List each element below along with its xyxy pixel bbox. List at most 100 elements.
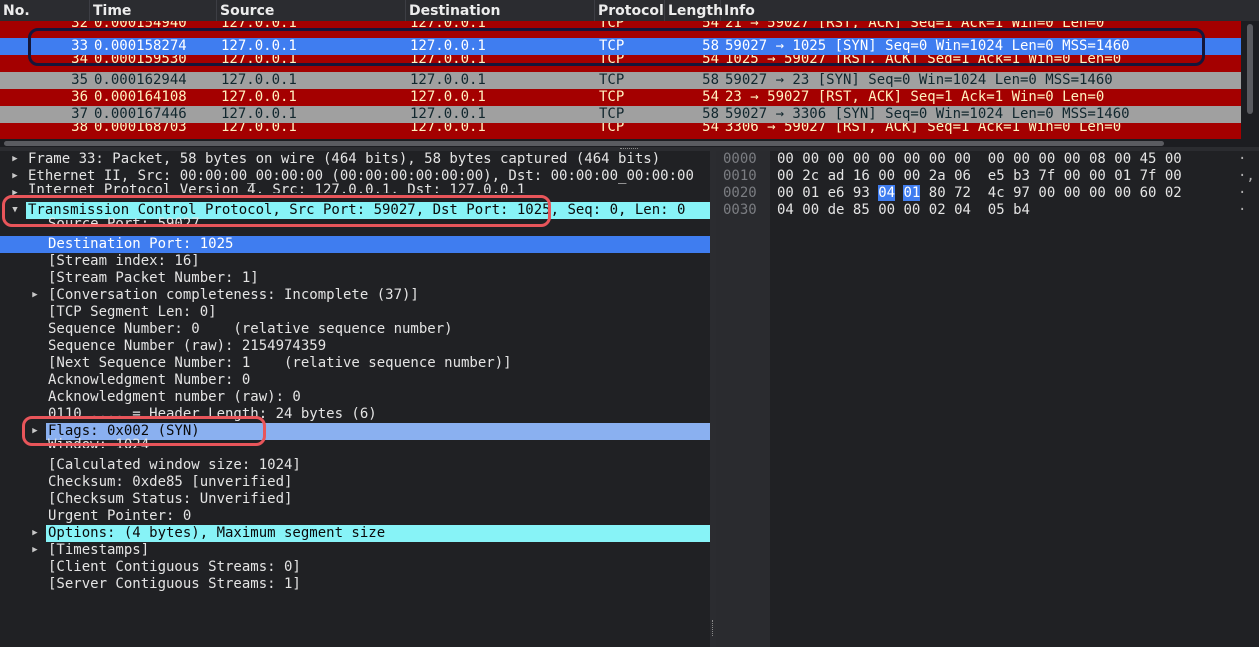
hex-byte[interactable]: 00 — [1038, 185, 1055, 201]
packet-bytes-pane[interactable]: 0000 00 00 00 00 00 00 00 00 00 00 00 00 … — [716, 151, 1259, 647]
hex-byte[interactable]: 00 — [1165, 168, 1182, 184]
hex-byte[interactable]: ad — [828, 168, 845, 184]
hex-byte[interactable]: 04 — [878, 185, 896, 201]
packet-row[interactable]: 37 0.000167446 127.0.0.1 127.0.0.1 TCP 58 5902… — [0, 106, 1241, 123]
detail-row[interactable]: 0110 .... = Header Length: 24 bytes (6) — [0, 406, 710, 423]
hex-byte[interactable]: 93 — [853, 185, 870, 201]
hex-byte[interactable]: 16 — [853, 168, 870, 184]
hex-byte[interactable]: 04 — [954, 202, 971, 218]
hex-ascii[interactable]: · — [1238, 185, 1246, 202]
hex-byte[interactable]: b3 — [1013, 168, 1030, 184]
packet-row[interactable]: 33 0.000158274 127.0.0.1 127.0.0.1 TCP 58 5902… — [0, 38, 1241, 55]
hex-byte[interactable]: b4 — [1013, 202, 1030, 218]
detail-row[interactable]: Sequence Number (raw): 2154974359 — [0, 338, 710, 355]
hex-byte[interactable]: 04 — [777, 202, 794, 218]
hex-byte[interactable]: 00 — [1064, 151, 1081, 167]
hex-byte[interactable]: 02 — [929, 202, 946, 218]
detail-row[interactable]: [Stream Packet Number: 1] — [0, 270, 710, 287]
hex-byte[interactable]: 00 — [903, 151, 920, 167]
hex-bytes[interactable]: 00 01 e6 93 04 01 80 72 4c 97 00 00 00 0… — [777, 185, 1182, 202]
hex-byte[interactable]: 80 — [929, 185, 946, 201]
hex-bytes[interactable]: 00 2c ad 16 00 00 2a 06 e5 b3 7f 00 00 0… — [777, 168, 1182, 185]
splitter-grip-vertical[interactable] — [712, 620, 715, 636]
detail-row[interactable]: Window: 1024 — [0, 437, 710, 457]
packet-row[interactable]: 36 0.000164108 127.0.0.1 127.0.0.1 TCP 54 23 →… — [0, 89, 1241, 106]
hex-bytes[interactable]: 04 00 de 85 00 00 02 04 05 b4 — [777, 202, 1030, 219]
detail-row[interactable]: ▶ Frame 33: Packet, 58 bytes on wire (464… — [0, 151, 710, 168]
detail-row[interactable]: Destination Port: 1025 — [0, 236, 710, 253]
hex-byte[interactable]: 00 — [1165, 151, 1182, 167]
hex-byte[interactable]: 7f — [1140, 168, 1157, 184]
hex-byte[interactable]: 97 — [1013, 185, 1030, 201]
hex-byte[interactable]: e5 — [988, 168, 1005, 184]
detail-row[interactable]: ▶ [Conversation completeness: Incomplete … — [0, 287, 710, 304]
hex-byte[interactable]: 00 — [1064, 168, 1081, 184]
packet-row[interactable]: 34 0.000159530 127.0.0.1 127.0.0.1 TCP 54 1025… — [0, 55, 1241, 72]
detail-row[interactable]: [Server Contiguous Streams: 1] — [0, 576, 710, 593]
hex-byte[interactable]: 00 — [777, 185, 794, 201]
packet-row[interactable]: 38 0.000168703 127.0.0.1 127.0.0.1 TCP 54 3306… — [0, 123, 1241, 140]
hex-byte[interactable]: 00 — [1013, 151, 1030, 167]
hex-byte[interactable]: 60 — [1140, 185, 1157, 201]
detail-row[interactable]: ▶ [Timestamps] — [0, 542, 710, 559]
hex-byte[interactable]: 00 — [802, 202, 819, 218]
hex-byte[interactable]: 00 — [1064, 185, 1081, 201]
expand-closed-icon[interactable]: ▶ — [8, 185, 22, 202]
column-header-protocol[interactable]: Protocol — [595, 0, 665, 21]
hex-byte[interactable]: 00 — [1114, 151, 1131, 167]
detail-row[interactable]: Checksum: 0xde85 [unverified] — [0, 474, 710, 491]
detail-row[interactable]: [Calculated window size: 1024] — [0, 457, 710, 474]
detail-row[interactable]: ▶ Options: (4 bytes), Maximum segment siz… — [0, 525, 710, 542]
column-header-info[interactable]: Info — [721, 0, 1259, 21]
expand-closed-icon[interactable]: ▶ — [8, 168, 22, 185]
hex-byte[interactable]: 00 — [853, 151, 870, 167]
hex-ascii[interactable]: · — [1238, 202, 1246, 219]
hex-byte[interactable]: e6 — [828, 185, 845, 201]
packet-row[interactable]: 35 0.000162944 127.0.0.1 127.0.0.1 TCP 58 5902… — [0, 72, 1241, 89]
expand-closed-icon[interactable]: ▶ — [28, 423, 42, 440]
hex-byte[interactable]: 01 — [903, 185, 921, 201]
detail-row[interactable]: [Stream index: 16] — [0, 253, 710, 270]
hex-row[interactable]: 0000 00 00 00 00 00 00 00 00 00 00 00 00 … — [716, 151, 1259, 168]
hex-byte[interactable]: 2c — [802, 168, 819, 184]
hex-byte[interactable]: 00 — [878, 151, 895, 167]
hex-byte[interactable]: 00 — [1089, 168, 1106, 184]
hex-byte[interactable]: 00 — [878, 202, 895, 218]
hex-byte[interactable]: 00 — [1089, 185, 1106, 201]
detail-row[interactable]: Acknowledgment Number: 0 — [0, 372, 710, 389]
detail-row[interactable]: Source Port: 59027 — [0, 216, 710, 236]
packet-list[interactable]: No. Time Source Destination Protocol Len… — [0, 0, 1259, 147]
detail-row[interactable]: [TCP Segment Len: 0] — [0, 304, 710, 321]
hex-byte[interactable]: 08 — [1089, 151, 1106, 167]
detail-row[interactable]: Acknowledgment number (raw): 0 — [0, 389, 710, 406]
expand-open-icon[interactable]: ▼ — [8, 202, 22, 219]
hex-row[interactable]: 0030 04 00 de 85 00 00 02 04 05 b4 · — [716, 202, 1259, 219]
hex-byte[interactable]: 06 — [954, 168, 971, 184]
hex-ascii[interactable]: · — [1238, 151, 1246, 168]
hex-byte[interactable]: 00 — [954, 151, 971, 167]
expand-closed-icon[interactable]: ▶ — [28, 542, 42, 559]
hex-byte[interactable]: 00 — [1114, 185, 1131, 201]
column-header-time[interactable]: Time — [90, 0, 217, 21]
hex-byte[interactable]: 00 — [878, 168, 895, 184]
hex-byte[interactable]: 01 — [1114, 168, 1131, 184]
hex-byte[interactable]: 01 — [802, 185, 819, 201]
hex-ascii[interactable]: ·, — [1238, 168, 1255, 185]
hex-byte[interactable]: 2a — [929, 168, 946, 184]
hex-byte[interactable]: 4c — [988, 185, 1005, 201]
hex-byte[interactable]: 7f — [1038, 168, 1055, 184]
packet-list-vscroll-thumb[interactable] — [1247, 24, 1253, 114]
hex-byte[interactable]: 00 — [777, 168, 794, 184]
hex-byte[interactable]: 85 — [853, 202, 870, 218]
hex-byte[interactable]: 05 — [988, 202, 1005, 218]
expand-closed-icon[interactable]: ▶ — [8, 151, 22, 168]
detail-row[interactable]: [Next Sequence Number: 1 (relative seque… — [0, 355, 710, 372]
expand-closed-icon[interactable]: ▶ — [28, 525, 42, 542]
packet-details-tree[interactable]: ▶ Frame 33: Packet, 58 bytes on wire (464… — [0, 151, 710, 647]
hex-bytes[interactable]: 00 00 00 00 00 00 00 00 00 00 00 00 08 0… — [777, 151, 1182, 168]
hex-row[interactable]: 0010 00 2c ad 16 00 00 2a 06 e5 b3 7f 00 … — [716, 168, 1259, 185]
packet-row[interactable]: 32 0.000154940 127.0.0.1 127.0.0.1 TCP 54 21 →… — [0, 21, 1241, 38]
hex-byte[interactable]: 00 — [903, 202, 920, 218]
column-header-length[interactable]: Length — [665, 0, 723, 21]
hex-byte[interactable]: 02 — [1165, 185, 1182, 201]
